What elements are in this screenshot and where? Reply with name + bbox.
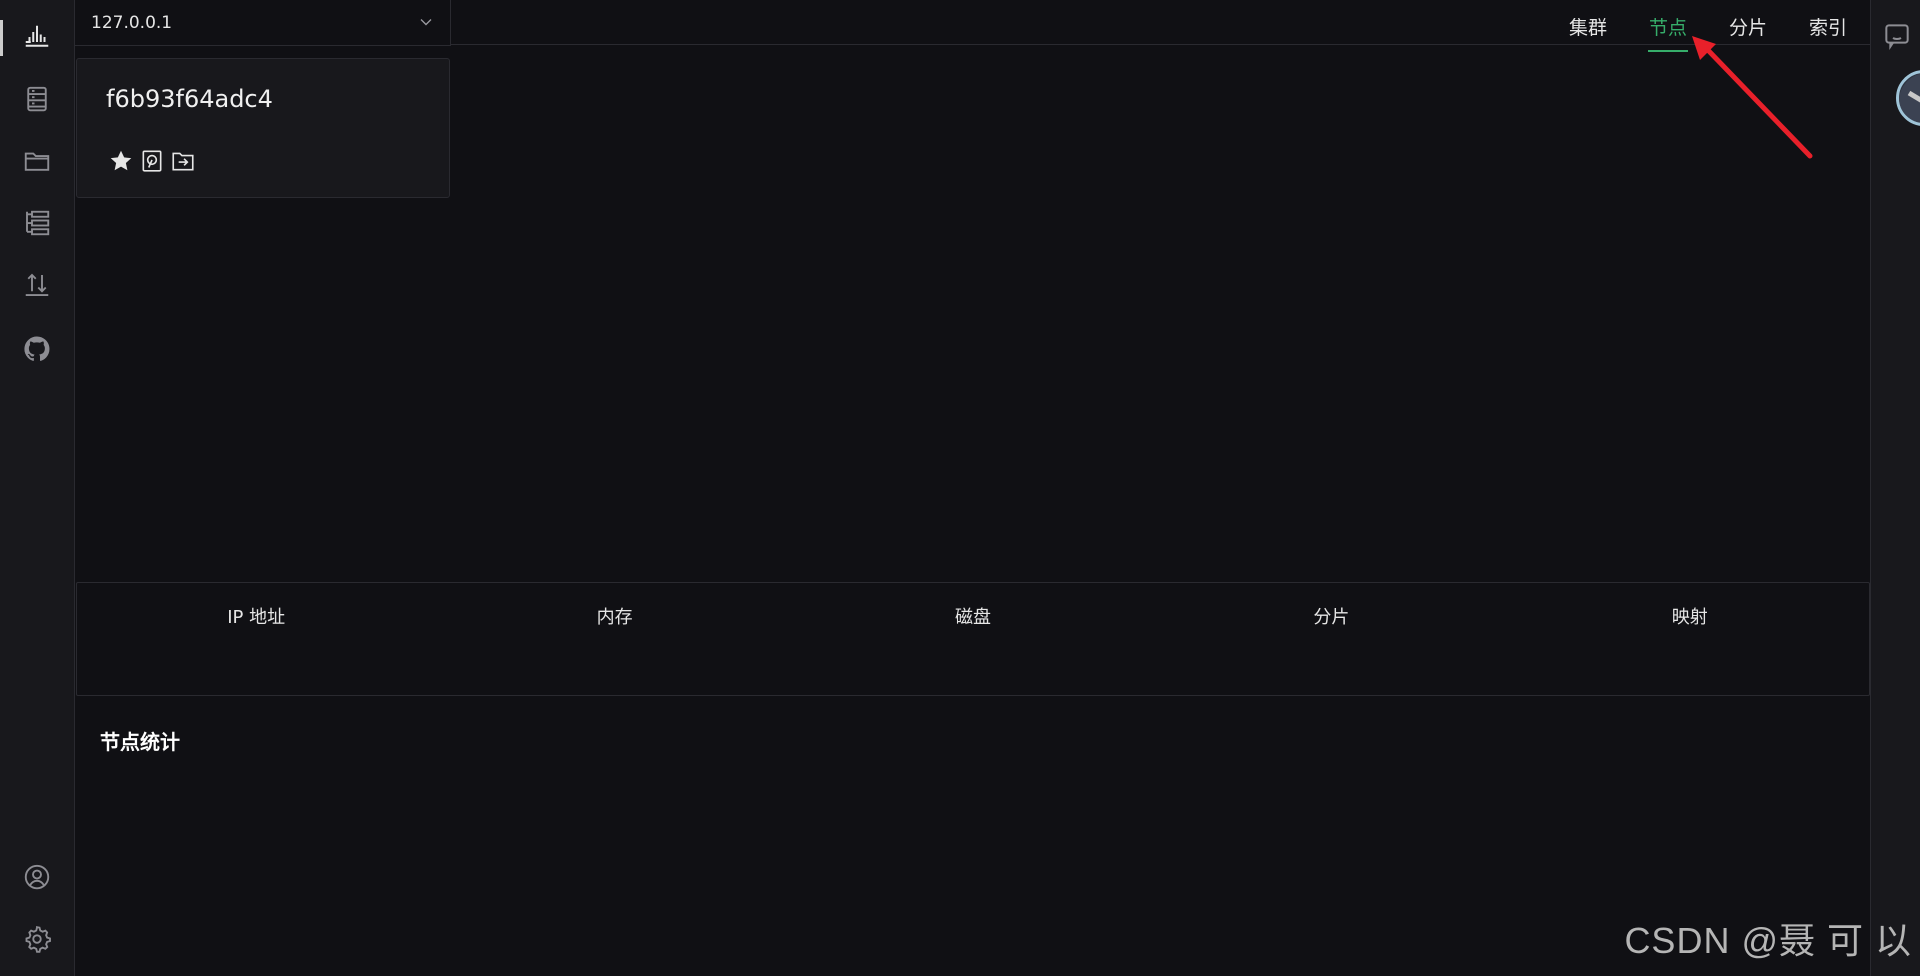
- dashboard-icon[interactable]: [20, 20, 54, 54]
- user-icon[interactable]: [20, 860, 54, 894]
- table-header: IP 地址 内存 磁盘 分片 映射: [77, 583, 1869, 649]
- column-shards[interactable]: 分片: [1152, 603, 1510, 629]
- list-tree-icon[interactable]: [20, 206, 54, 240]
- github-icon[interactable]: [20, 332, 54, 366]
- column-mappings[interactable]: 映射: [1511, 603, 1869, 629]
- folder-icon[interactable]: [20, 144, 54, 178]
- right-sidebar: [1870, 0, 1920, 976]
- column-memory[interactable]: 内存: [435, 603, 793, 629]
- watermark: CSDN @聂 可 以: [1624, 920, 1912, 961]
- folder-export-icon: [169, 147, 197, 175]
- node-name: f6b93f64adc4: [106, 85, 273, 113]
- feedback-icon[interactable]: [1881, 20, 1913, 52]
- annotation-arrow: [1692, 36, 1813, 159]
- left-sidebar: [0, 0, 75, 976]
- section-title: 节点统计: [100, 730, 180, 754]
- active-indicator: [0, 20, 3, 56]
- host-select-value: 127.0.0.1: [91, 12, 173, 33]
- server-icon[interactable]: [20, 82, 54, 116]
- node-role-icons: [107, 147, 197, 175]
- nodes-table: IP 地址 内存 磁盘 分片 映射: [76, 582, 1870, 696]
- column-ip[interactable]: IP 地址: [77, 603, 435, 629]
- import-export-icon[interactable]: [20, 268, 54, 302]
- tab-cluster[interactable]: 集群: [1548, 0, 1628, 52]
- column-disk[interactable]: 磁盘: [794, 603, 1152, 629]
- host-select[interactable]: 127.0.0.1: [75, 0, 451, 46]
- chevron-down-icon: [416, 12, 436, 32]
- gear-icon[interactable]: [20, 922, 54, 956]
- star-icon: [107, 147, 135, 175]
- node-card[interactable]: f6b93f64adc4: [76, 58, 450, 198]
- disk-icon: [138, 147, 166, 175]
